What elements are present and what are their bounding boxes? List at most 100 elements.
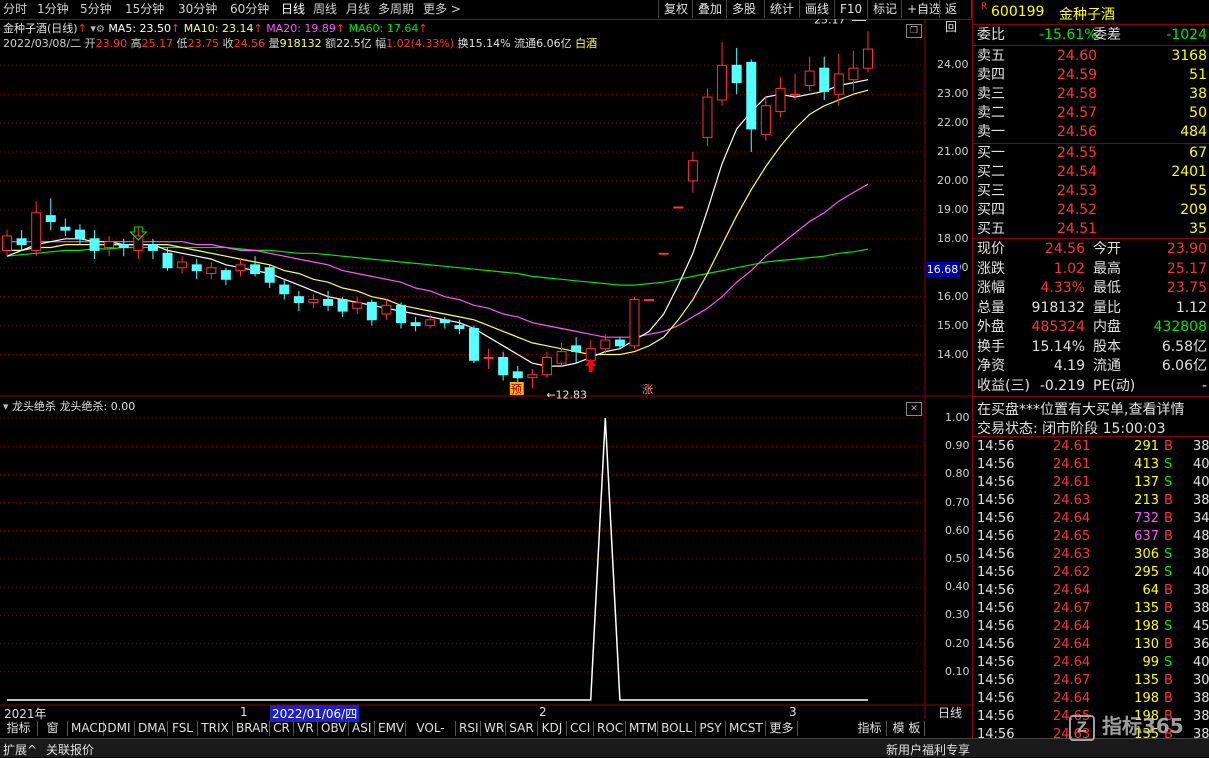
f10-button[interactable]: F10 [834,0,867,18]
bid-row[interactable]: 买四 24.52 209 [977,201,1209,219]
period-tab-daily[interactable]: 日线 [281,2,305,17]
daily-tab-label[interactable]: 日线 [928,706,972,720]
candle-body[interactable] [74,229,85,240]
multi-stock-button[interactable]: 多股 [726,0,761,18]
mark-button[interactable]: 标记 [867,0,902,18]
candle-body[interactable] [644,299,655,302]
indicator-tab[interactable]: 窗口 [38,721,68,750]
candle-body[interactable] [45,215,56,222]
candle-body[interactable] [293,296,304,303]
period-tab-multi[interactable]: 多周期 [378,2,414,17]
indicator-tab[interactable]: WR [481,721,506,736]
candle-body[interactable] [483,356,494,359]
candle-body[interactable] [468,327,479,361]
candle-body[interactable] [541,356,552,376]
bid-row[interactable]: 买五 24.51 35 [977,220,1209,238]
big-order-notice[interactable]: 在买盘***位置有大买单,查看详情 [977,399,1184,419]
bid-row[interactable]: 买一 24.55 67 [977,144,1209,162]
chevron-down-icon[interactable]: ▾ [3,400,9,413]
candle-body[interactable] [760,105,771,136]
candle-body[interactable] [279,284,290,295]
candle-body[interactable] [147,244,158,251]
candle-body[interactable] [527,374,538,379]
indicator-tab[interactable]: DMI [104,721,135,736]
candle-body[interactable] [31,212,42,251]
indicator-tab[interactable]: 指标B [853,721,887,750]
draw-line-button[interactable]: 画线 [799,0,834,18]
candle-body[interactable] [790,93,801,96]
linked-quote-button[interactable]: 关联报价 [46,741,94,758]
candle-body[interactable] [89,238,100,251]
candle-body[interactable] [133,235,144,251]
candle-body[interactable] [614,339,625,347]
candle-body[interactable] [425,319,436,327]
indicator-tab[interactable]: CR [270,721,294,736]
candle-body[interactable] [658,252,669,255]
candle-body[interactable] [702,96,713,139]
candle-body[interactable] [717,64,728,101]
indicator-tab[interactable]: 模 板 [889,721,925,736]
indicator-tab[interactable]: 更多 > [766,721,798,750]
ask-row[interactable]: 卖三 24.58 38 [977,85,1209,103]
candle-body[interactable] [2,235,12,251]
statistics-button[interactable]: 统计 [764,0,799,18]
candle-body[interactable] [220,270,231,280]
period-tab-1min[interactable]: 1分钟 [37,2,69,17]
candle-body[interactable] [585,348,596,361]
expand-button[interactable]: 扩展^ [3,741,37,758]
indicator-tab[interactable]: TRIX [198,721,233,736]
period-tab-15min[interactable]: 15分钟 [125,2,164,17]
indicator-tab[interactable]: 指标A [0,721,38,750]
candle-body[interactable] [191,264,202,272]
candle-body[interactable] [16,238,27,246]
candle-body[interactable] [410,322,421,327]
candle-body[interactable] [381,304,392,315]
kline-chart[interactable]: 25.17 ←12.83 预 涨 [0,19,972,719]
candle-body[interactable] [833,73,844,95]
indicator-tab[interactable]: VR [294,721,318,736]
candle-body[interactable] [556,351,567,364]
candle-body[interactable] [439,319,450,324]
indicator-tab[interactable]: SAR [506,721,538,736]
candle-body[interactable] [396,304,407,324]
ask-row[interactable]: 卖五 24.60 3168 [977,47,1209,65]
candle-body[interactable] [366,301,377,321]
candle-body[interactable] [600,339,611,350]
candle-body[interactable] [337,299,348,312]
period-tab-weekly[interactable]: 周线 [313,2,337,17]
candle-body[interactable] [571,345,582,353]
candle-body[interactable] [819,67,830,92]
indicator-tab[interactable]: BOLL [658,721,696,736]
back-button[interactable]: 返回 [939,0,972,34]
indicator-tab[interactable]: KDJ [538,721,567,736]
candle-body[interactable] [323,299,334,306]
period-tab-fenshi[interactable]: 分时 [3,2,27,17]
overlay-button[interactable]: 叠加 [692,0,727,18]
period-tab-monthly[interactable]: 月线 [346,2,370,17]
ask-row[interactable]: 卖一 24.56 484 [977,123,1209,141]
bid-row[interactable]: 买二 24.54 2401 [977,163,1209,181]
indicator-tab[interactable]: ROC [594,721,626,736]
period-tab-60min[interactable]: 60分钟 [230,2,269,17]
period-tab-5min[interactable]: 5分钟 [80,2,112,17]
ask-row[interactable]: 卖四 24.59 51 [977,66,1209,84]
candle-body[interactable] [250,264,261,275]
ask-row[interactable]: 卖二 24.57 50 [977,104,1209,122]
candle-body[interactable] [512,371,523,379]
candle-body[interactable] [746,61,757,130]
candle-body[interactable] [118,244,129,248]
candle-body[interactable] [177,261,188,269]
candle-body[interactable] [162,252,173,269]
indicator-tab[interactable]: RSI [456,721,481,736]
candle-body[interactable] [60,226,71,231]
indicator-tab[interactable]: FSL [168,721,198,736]
candle-body[interactable] [673,206,684,209]
candle-body[interactable] [687,160,698,182]
candle-body[interactable] [863,48,873,69]
candle-body[interactable] [206,267,217,275]
candle-body[interactable] [104,241,115,248]
indicator-tab[interactable]: VOL-TDX [406,721,456,750]
candle-body[interactable] [352,301,363,309]
indicator-tab[interactable]: BRAR [233,721,270,736]
indicator-tab[interactable]: PSY [696,721,726,736]
